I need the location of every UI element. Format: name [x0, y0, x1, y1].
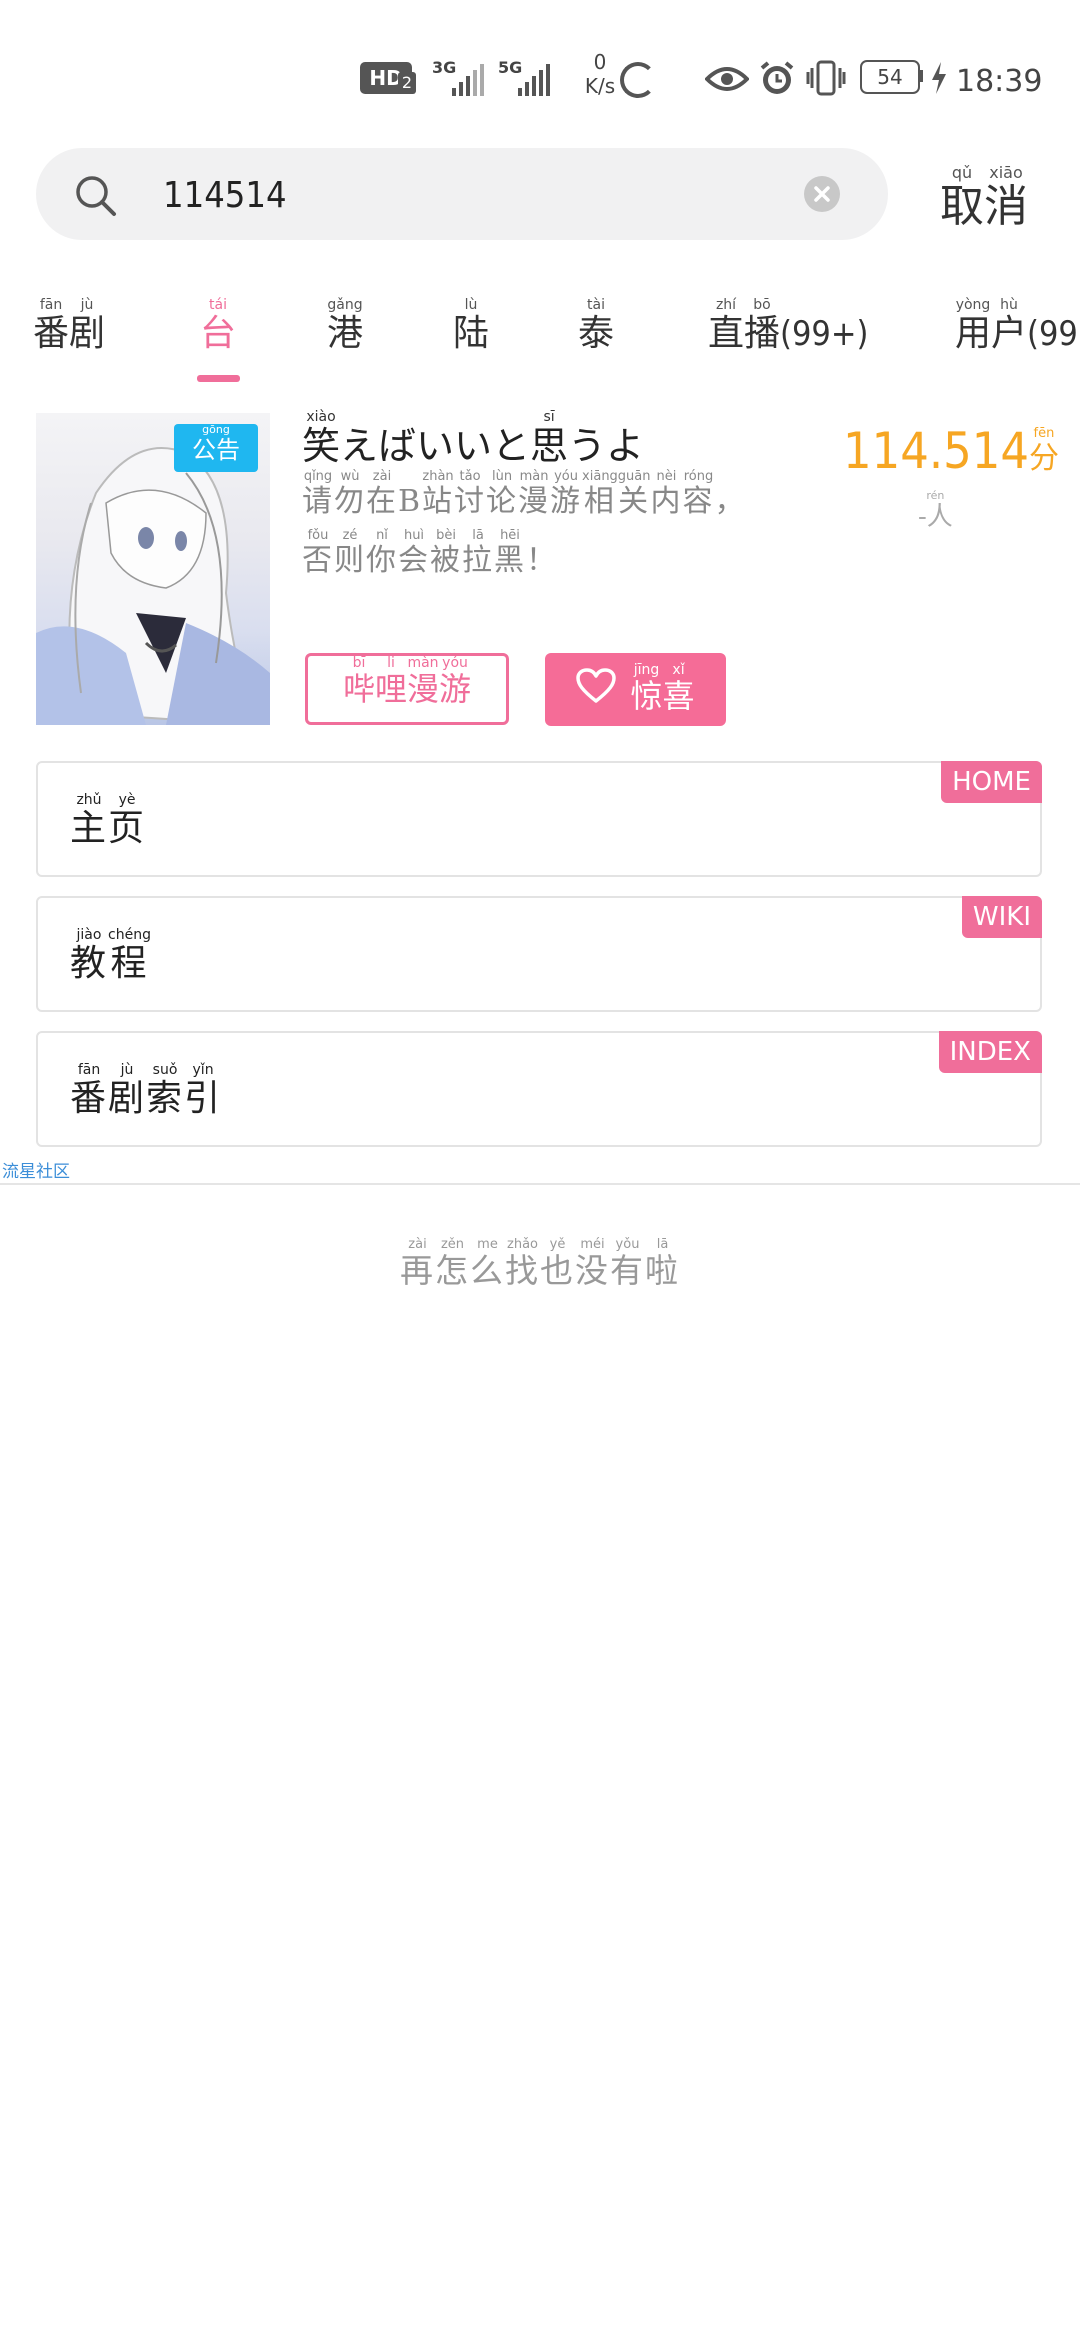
corner-tag: WIKI	[961, 896, 1042, 938]
list-item-wiki[interactable]: 教jiào程chéng WIKI	[36, 896, 1042, 1012]
tab-live-count: (99+)	[780, 314, 869, 354]
cancel-button[interactable]: 取qǔ消xiāo	[940, 163, 1028, 234]
eye-icon	[704, 65, 750, 97]
tab-gang[interactable]: 港gǎng	[327, 297, 363, 356]
search-input[interactable]	[161, 166, 805, 224]
list-item-index[interactable]: 番fān剧jù索suǒ引yǐn INDEX	[36, 1031, 1042, 1147]
tab-tai[interactable]: 台tái	[200, 297, 236, 356]
vibrate-icon	[806, 60, 846, 100]
cancel-char-2: 消	[984, 181, 1028, 232]
sim-icon: 2	[398, 72, 416, 94]
score: 114.514分fēn	[843, 422, 1059, 480]
tab-tai-thailand[interactable]: 泰tài	[578, 297, 614, 356]
list-item-label: 教jiào程chéng	[70, 927, 151, 984]
card-description: 请qǐng勿wù在zàiB站zhàn讨tǎo论lùn漫màn游yóu相xiāng…	[302, 469, 782, 588]
tab-live[interactable]: 直zhí播bō(99+)	[708, 297, 869, 356]
net-speed-unit: K/s	[584, 74, 616, 98]
corner-tag: HOME	[941, 761, 1042, 803]
card-title[interactable]: 笑xiàoえばいいと思sīうよ	[302, 409, 644, 470]
community-link[interactable]: 流星社区	[2, 1157, 70, 1182]
signal-3g-icon	[452, 62, 484, 96]
corner-tag: INDEX	[938, 1031, 1042, 1073]
signal-5g-icon	[518, 62, 550, 96]
empty-message: 再zài怎zěn么me找zhǎo也yě没méi有yǒu啦lā	[400, 1237, 680, 1290]
desc-line-1: 请qǐng勿wù在zàiB站zhàn讨tǎo论lùn漫màn游yóu相xiāng…	[302, 469, 747, 519]
notice-tag: 公告gōng	[174, 423, 258, 472]
list-item-label: 主zhǔ页yè	[70, 792, 147, 849]
divider	[0, 1183, 1080, 1185]
tab-users[interactable]: 用yòng户hù(99	[955, 297, 1078, 356]
bili-roaming-button[interactable]: 哔bī哩li漫màn游yóu	[305, 653, 509, 725]
surprise-label: 惊jīng喜xǐ	[630, 661, 695, 715]
cancel-char-1: 取	[940, 181, 984, 232]
charging-icon	[930, 62, 948, 98]
net-speed: 0 K/s	[580, 50, 620, 98]
net-speed-value: 0	[593, 50, 607, 74]
rating-count: -人rén	[918, 489, 953, 532]
clear-icon[interactable]	[804, 176, 840, 212]
list-item-home[interactable]: 主zhǔ页yè HOME	[36, 761, 1042, 877]
active-tab-indicator	[197, 375, 240, 382]
surprise-button[interactable]: 惊jīng喜xǐ	[545, 653, 726, 726]
clock: 18:39	[956, 64, 1043, 99]
status-bar: HD 2 3G 5G 0 K/s 54 18:39	[360, 50, 1060, 110]
desc-line-2: 否fǒu则zé你nǐ会huì被bèi拉lā黑hēi！	[302, 528, 558, 578]
battery-tip	[918, 70, 923, 82]
battery-icon: 54	[860, 60, 920, 94]
sync-icon	[620, 62, 656, 98]
list-item-label: 番fān剧jù索suǒ引yǐn	[70, 1062, 223, 1119]
search-bar[interactable]	[36, 148, 888, 240]
tab-users-count: (99	[1027, 314, 1078, 354]
score-value: 114.514	[843, 422, 1029, 480]
heart-icon	[576, 667, 617, 712]
alarm-icon	[758, 60, 796, 102]
tab-fanju[interactable]: 番fān剧jù	[33, 297, 105, 356]
search-icon	[74, 174, 118, 222]
tab-lu[interactable]: 陆lù	[453, 297, 489, 356]
